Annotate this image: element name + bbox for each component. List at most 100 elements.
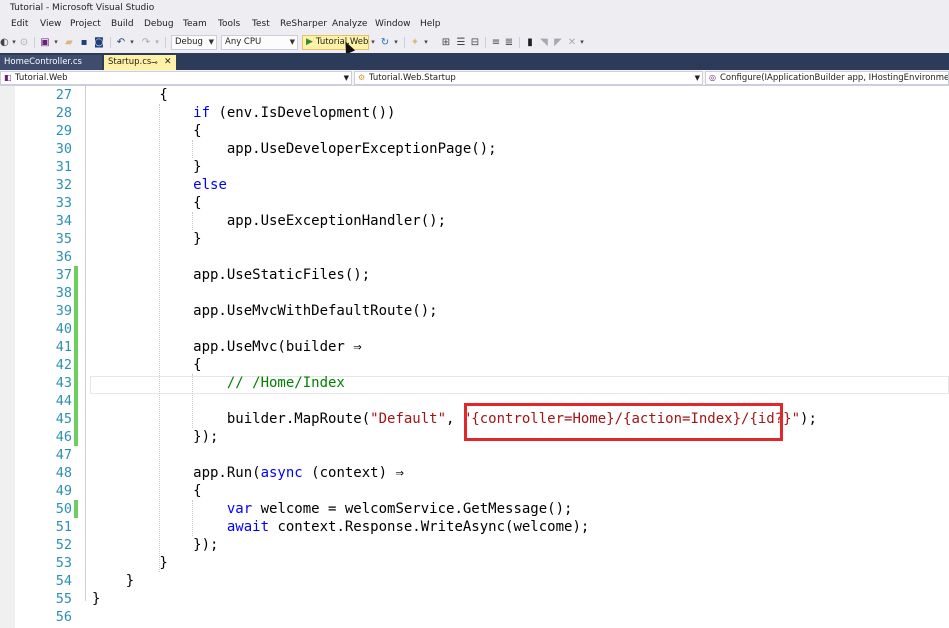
change-marker <box>74 266 78 284</box>
menu-edit[interactable]: Edit <box>11 19 28 29</box>
dropdown-arrow-icon[interactable]: ▾ <box>10 36 18 49</box>
configuration-value: Debug <box>175 37 203 47</box>
member-dropdown[interactable]: ◎ Configure(IApplicationBuilder app, IHo… <box>705 71 949 85</box>
code-line[interactable]: } <box>92 572 134 590</box>
next-bookmark-icon[interactable]: ◤ <box>552 36 564 49</box>
dropdown-arrow-icon[interactable]: ▾ <box>369 36 377 49</box>
code-line[interactable]: // /Home/Index <box>92 374 345 392</box>
menu-analyze[interactable]: Analyze <box>332 19 367 29</box>
pin-icon[interactable]: ⊸ <box>151 55 158 70</box>
tab-startup[interactable]: Startup.cs ⊸ ✕ <box>104 55 176 70</box>
project-dropdown[interactable]: ◧ Tutorial.Web ▼ <box>0 71 352 85</box>
line-number: 52 <box>55 537 72 553</box>
bookmark-icon[interactable]: ▮ <box>524 36 536 49</box>
menu-view[interactable]: View <box>40 19 61 29</box>
code-line[interactable]: app.UseDeveloperExceptionPage(); <box>92 140 497 158</box>
code-line[interactable]: app.UseExceptionHandler(); <box>92 212 446 230</box>
code-line[interactable]: }); <box>92 536 218 554</box>
code-line[interactable]: } <box>92 590 100 608</box>
menu-project[interactable]: Project <box>70 19 101 29</box>
toolbar-overflow-icon[interactable]: ▾ <box>578 36 586 49</box>
code-text: { <box>92 123 202 139</box>
redo-icon[interactable]: ↷ <box>140 36 152 49</box>
menu-window[interactable]: Window <box>375 19 411 29</box>
menu-debug[interactable]: Debug <box>144 19 174 29</box>
close-icon[interactable]: ✕ <box>164 55 172 70</box>
type-dropdown[interactable]: ⚙ Tutorial.Web.Startup ▼ <box>354 71 703 85</box>
code-line[interactable]: } <box>92 158 201 176</box>
code-text: }); <box>92 429 219 445</box>
chevron-down-icon: ▼ <box>343 74 349 82</box>
code-line[interactable]: app.UseStaticFiles(); <box>92 266 370 284</box>
line-number: 46 <box>55 429 72 445</box>
code-line[interactable]: app.UseMvcWithDefaultRoute(); <box>92 302 437 320</box>
undo-icon[interactable]: ↶ <box>115 36 127 49</box>
save-icon[interactable]: ▪ <box>78 36 90 49</box>
code-keyword: await <box>226 519 270 535</box>
code-line[interactable]: { <box>92 86 168 104</box>
code-line[interactable]: var welcome = welcomService.GetMessage()… <box>92 500 573 518</box>
code-line[interactable]: } <box>92 230 201 248</box>
code-line[interactable]: app.UseMvc(builder ⇒ <box>92 338 362 356</box>
member-value: Configure(IApplicationBuilder app, IHost… <box>720 73 949 83</box>
properties-icon[interactable]: ☰ <box>455 36 467 49</box>
dropdown-arrow-icon[interactable]: ▾ <box>422 36 430 49</box>
line-number: 41 <box>55 339 72 355</box>
menu-resharper[interactable]: ReSharper <box>280 19 327 29</box>
dropdown-arrow-icon[interactable]: ▾ <box>153 36 161 49</box>
change-marker <box>74 500 78 518</box>
uncomment-lines-icon[interactable]: ≣ <box>503 36 515 49</box>
code-line[interactable]: app.Run(async (context) ⇒ <box>92 464 404 482</box>
tab-label: HomeController.cs <box>4 57 82 67</box>
navigation-bar: ◧ Tutorial.Web ▼ ⚙ Tutorial.Web.Startup … <box>0 70 949 86</box>
navigate-forward-icon[interactable]: ⊙ <box>19 36 29 49</box>
code-line[interactable]: if (env.IsDevelopment()) <box>92 104 395 122</box>
code-line[interactable]: }); <box>92 428 218 446</box>
code-line[interactable]: { <box>92 122 202 140</box>
code-text: welcome = welcomService.GetMessage(); <box>252 501 573 517</box>
change-marker <box>74 356 78 374</box>
code-line[interactable]: { <box>92 356 201 374</box>
change-marker <box>74 410 78 428</box>
navigate-back-icon[interactable]: ◐ <box>0 36 9 49</box>
code-text: { <box>92 195 202 211</box>
save-all-icon[interactable]: ◙ <box>93 36 105 49</box>
solution-explorer-icon[interactable]: ⊞ <box>440 36 452 49</box>
dropdown-arrow-icon[interactable]: ▾ <box>392 36 400 49</box>
dropdown-arrow-icon[interactable]: ▾ <box>52 36 60 49</box>
menu-test[interactable]: Test <box>252 19 270 29</box>
line-number: 56 <box>55 609 72 625</box>
code-line[interactable]: else <box>92 176 227 194</box>
code-line[interactable]: await context.Response.WriteAsync(welcom… <box>92 518 589 536</box>
change-marker <box>74 302 78 320</box>
code-line[interactable]: { <box>92 482 202 500</box>
clear-bookmarks-icon[interactable]: ✕ <box>566 36 578 49</box>
menu-build[interactable]: Build <box>111 19 134 29</box>
tab-label: Startup.cs <box>108 57 152 67</box>
browser-link-icon[interactable]: ✦ <box>409 36 421 49</box>
code-text: { <box>92 87 168 103</box>
dropdown-arrow-icon[interactable]: ▾ <box>128 36 136 49</box>
menu-team[interactable]: Team <box>183 19 207 29</box>
start-debugging-button[interactable]: ▶ Tutorial.Web <box>302 35 369 50</box>
previous-bookmark-icon[interactable]: ◥ <box>538 36 550 49</box>
code-line[interactable]: { <box>92 194 202 212</box>
code-keyword: if <box>193 105 211 121</box>
comment-lines-icon[interactable]: ≡ <box>490 36 502 49</box>
solution-configuration-select[interactable]: Debug ▼ <box>171 35 217 50</box>
tab-homecontroller[interactable]: HomeController.cs <box>0 55 102 70</box>
code-text: app.Run( <box>92 465 261 481</box>
line-number: 28 <box>55 105 72 121</box>
code-editor[interactable]: 27 28 29 30 31 32 33 34 35 36 37 38 39 40 41 42 43 44 45 46… <box>0 86 949 628</box>
code-line[interactable]: } <box>92 554 167 572</box>
menu-tools[interactable]: Tools <box>218 19 240 29</box>
open-file-icon[interactable]: ▰ <box>63 36 75 49</box>
project-value: Tutorial.Web <box>15 73 68 83</box>
code-text: { <box>92 483 202 499</box>
refresh-icon[interactable]: ↻ <box>379 36 391 49</box>
menu-help[interactable]: Help <box>420 19 441 29</box>
toolbox-icon[interactable]: ⊟ <box>469 36 481 49</box>
solution-platform-select[interactable]: Any CPU ▼ <box>221 35 298 50</box>
new-project-icon[interactable]: ▣ <box>39 36 51 49</box>
